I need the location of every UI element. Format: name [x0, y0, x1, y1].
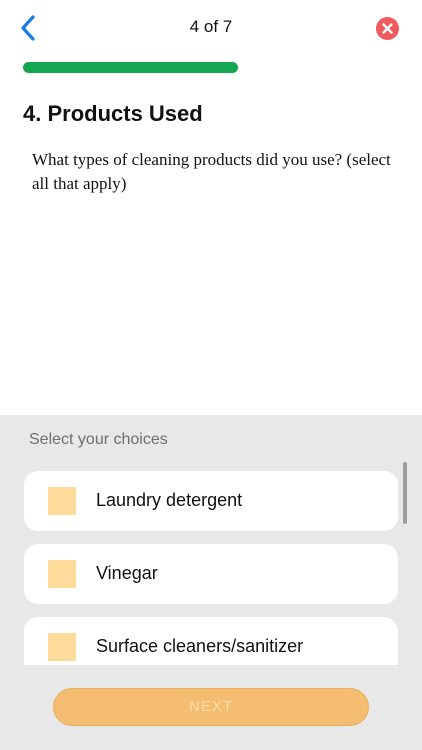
scrollbar[interactable]: [403, 462, 407, 524]
choice-label: Laundry detergent: [96, 490, 243, 510]
choices-panel: Select your choices Laundry detergent Vi…: [0, 415, 422, 750]
choice-laundry-detergent[interactable]: Laundry detergent: [24, 471, 398, 531]
choice-surface-cleaners[interactable]: Surface cleaners/sanitizer: [24, 617, 398, 665]
choice-label: Surface cleaners/sanitizer: [96, 636, 304, 656]
choices-heading: Select your choices: [29, 431, 168, 448]
question-text: What types of cleaning products did you …: [32, 150, 391, 193]
progress-bar-fill: [23, 62, 238, 73]
checkbox[interactable]: [48, 633, 76, 661]
choice-label: Vinegar: [96, 563, 158, 583]
choices-list[interactable]: Laundry detergent Vinegar Surface cleane…: [0, 465, 422, 665]
choice-vinegar[interactable]: Vinegar: [24, 544, 398, 604]
top-bar: 4 of 7: [0, 0, 422, 58]
close-button[interactable]: [376, 17, 399, 40]
checkbox[interactable]: [48, 487, 76, 515]
next-button[interactable]: NEXT: [53, 688, 369, 726]
close-icon: [382, 23, 393, 34]
question-title: 4. Products Used: [23, 101, 203, 126]
checkbox[interactable]: [48, 560, 76, 588]
step-counter: 4 of 7: [189, 17, 233, 36]
progress-bar: [23, 62, 399, 73]
